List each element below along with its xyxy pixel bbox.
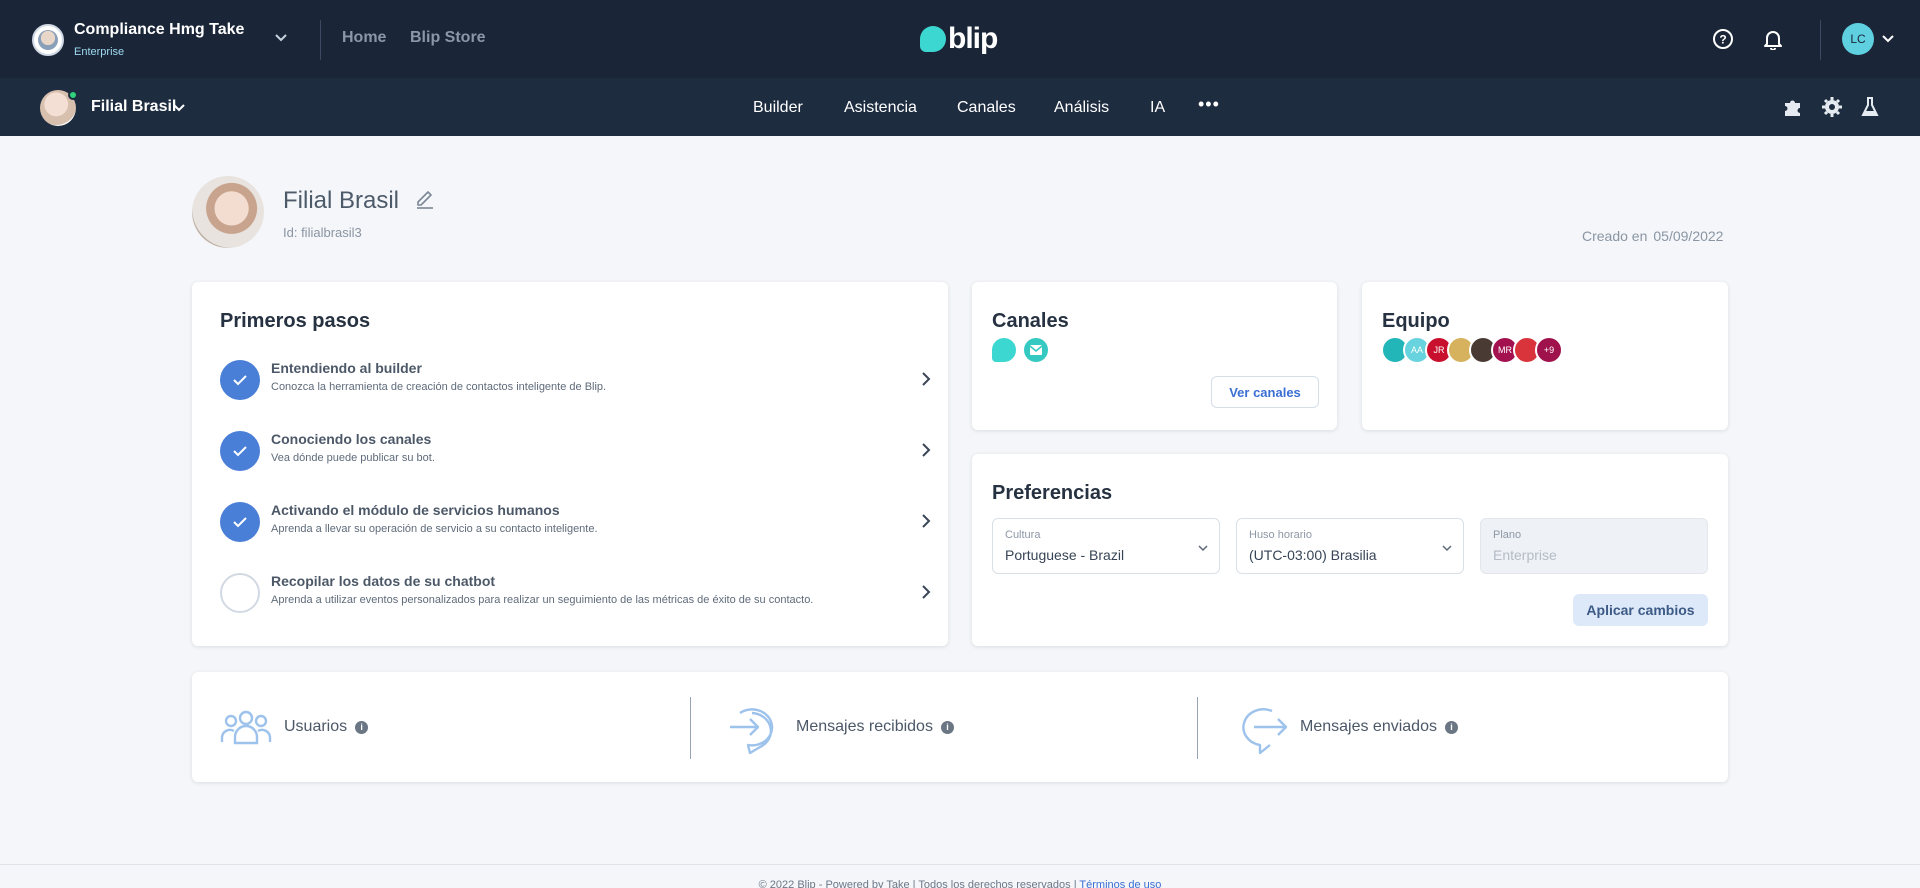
plan-value: Enterprise — [1493, 547, 1557, 563]
nav-analisis[interactable]: Análisis — [1054, 99, 1109, 117]
help-icon[interactable]: ? — [1710, 26, 1736, 52]
chevron-down-icon[interactable] — [172, 100, 186, 119]
users-stat: Usuarios i — [220, 672, 369, 782]
message-out-icon — [1242, 708, 1288, 755]
page-title: Filial Brasil — [283, 187, 400, 214]
footer-divider — [0, 864, 1920, 865]
divider — [690, 697, 691, 759]
nav-asistencia[interactable]: Asistencia — [844, 99, 917, 117]
channels-title: Canales — [992, 310, 1069, 332]
lab-flask-icon[interactable] — [1857, 94, 1883, 120]
step-item[interactable]: Recopilar los datos de su chatbot Aprend… — [220, 565, 931, 625]
home-link[interactable]: Home — [342, 29, 386, 47]
chevron-down-icon[interactable] — [1880, 30, 1896, 51]
info-icon[interactable]: i — [355, 720, 369, 734]
check-icon — [220, 431, 260, 471]
team-more-count[interactable]: +9 — [1535, 336, 1563, 364]
chevron-right-icon — [919, 583, 933, 606]
sub-navigation: Filial Brasil Builder Asistencia Canales… — [0, 78, 1920, 136]
step-title: Activando el módulo de servicios humanos — [271, 502, 560, 518]
step-description: Vea dónde puede publicar su bot. — [271, 452, 435, 464]
first-steps-card: Primeros pasos Entendiendo al builder Co… — [192, 282, 948, 646]
first-steps-title: Primeros pasos — [220, 310, 371, 332]
org-name[interactable]: Compliance Hmg Take — [74, 21, 244, 39]
blip-store-link[interactable]: Blip Store — [410, 29, 486, 47]
check-icon — [220, 360, 260, 400]
check-icon — [220, 502, 260, 542]
step-title: Recopilar los datos de su chatbot — [271, 573, 496, 589]
culture-select[interactable]: Cultura Portuguese - Brazil — [992, 518, 1220, 574]
blip-chat-channel-icon[interactable] — [992, 338, 1016, 362]
plan-field: Plano Enterprise — [1480, 518, 1708, 574]
divider — [1820, 20, 1821, 60]
apply-changes-button[interactable]: Aplicar cambios — [1573, 594, 1708, 626]
created-label: Creado en — [1582, 228, 1648, 244]
team-card: Equipo AA JR MR +9 — [1362, 282, 1728, 430]
created-date: Creado en 05/09/2022 — [1582, 228, 1723, 244]
bot-profile-picture — [192, 176, 264, 248]
received-stat: Mensajes recibidos i — [728, 672, 954, 782]
svg-text:?: ? — [1719, 33, 1726, 47]
online-status-dot — [68, 90, 78, 100]
info-icon[interactable]: i — [1444, 720, 1458, 734]
step-item[interactable]: Conociendo los canales Vea dónde puede p… — [220, 423, 931, 483]
sent-label: Mensajes enviados — [1300, 718, 1437, 735]
footer: © 2022 Blip - Powered by Take | Todos lo… — [0, 879, 1920, 888]
timezone-value: (UTC-03:00) Brasilia — [1249, 547, 1377, 563]
team-title: Equipo — [1382, 310, 1450, 332]
step-item[interactable]: Activando el módulo de servicios humanos… — [220, 494, 931, 554]
plan-label: Plano — [1493, 529, 1522, 541]
footer-text: © 2022 Blip - Powered by Take | Todos lo… — [758, 879, 1077, 888]
chevron-down-icon — [1441, 541, 1453, 559]
logo-bubble-icon — [920, 26, 946, 52]
chevron-down-icon — [1197, 541, 1209, 559]
step-description: Conozca la herramienta de creación de co… — [271, 381, 607, 393]
more-menu-icon[interactable]: ••• — [1198, 94, 1220, 115]
info-icon[interactable]: i — [940, 720, 954, 734]
step-title: Entendiendo al builder — [271, 360, 422, 376]
puzzle-icon[interactable] — [1780, 94, 1806, 120]
org-avatar[interactable] — [32, 24, 64, 56]
sent-stat: Mensajes enviados i — [1232, 672, 1458, 782]
culture-value: Portuguese - Brazil — [1005, 547, 1125, 563]
channels-card: Canales Ver canales — [972, 282, 1337, 430]
chevron-right-icon — [919, 370, 933, 393]
gear-icon[interactable] — [1819, 94, 1845, 120]
stats-card: Usuarios i Mensajes recibidos i Mensajes… — [192, 672, 1728, 782]
edit-pencil-icon[interactable] — [414, 188, 438, 212]
view-channels-button[interactable]: Ver canales — [1211, 376, 1319, 408]
bot-id: Id: filialbrasil3 — [283, 225, 362, 240]
step-title: Conociendo los canales — [271, 431, 432, 447]
unchecked-circle-icon — [220, 573, 260, 613]
divider — [320, 20, 321, 60]
top-bar: Compliance Hmg Take Enterprise Home Blip… — [0, 0, 1920, 78]
preferences-title: Preferencias — [992, 482, 1113, 504]
bot-selector[interactable]: Filial Brasil — [91, 98, 176, 116]
preferences-card: Preferencias Cultura Portuguese - Brazil… — [972, 454, 1728, 646]
timezone-label: Huso horario — [1249, 529, 1312, 541]
culture-label: Cultura — [1005, 529, 1041, 541]
blip-logo[interactable]: blip — [920, 22, 998, 56]
org-plan: Enterprise — [74, 46, 125, 58]
user-avatar[interactable]: LC — [1842, 23, 1874, 55]
received-label: Mensajes recibidos — [796, 718, 933, 735]
nav-ia[interactable]: IA — [1150, 99, 1165, 117]
timezone-select[interactable]: Huso horario (UTC-03:00) Brasilia — [1236, 518, 1464, 574]
created-value: 05/09/2022 — [1653, 228, 1724, 244]
chevron-right-icon — [919, 441, 933, 464]
message-in-icon — [730, 708, 774, 755]
terms-link[interactable]: Términos de uso — [1079, 879, 1161, 888]
nav-builder[interactable]: Builder — [753, 99, 803, 117]
users-label: Usuarios — [284, 718, 348, 735]
divider — [1197, 697, 1198, 759]
chevron-right-icon — [919, 512, 933, 535]
bell-icon[interactable] — [1760, 26, 1786, 52]
step-description: Aprenda a utilizar eventos personalizado… — [271, 594, 814, 606]
email-channel-icon[interactable] — [1024, 338, 1048, 362]
chevron-down-icon[interactable] — [272, 28, 290, 46]
step-description: Aprenda a llevar su operación de servici… — [271, 523, 598, 535]
users-icon — [220, 710, 272, 745]
step-item[interactable]: Entendiendo al builder Conozca la herram… — [220, 352, 931, 412]
nav-canales[interactable]: Canales — [957, 99, 1016, 117]
